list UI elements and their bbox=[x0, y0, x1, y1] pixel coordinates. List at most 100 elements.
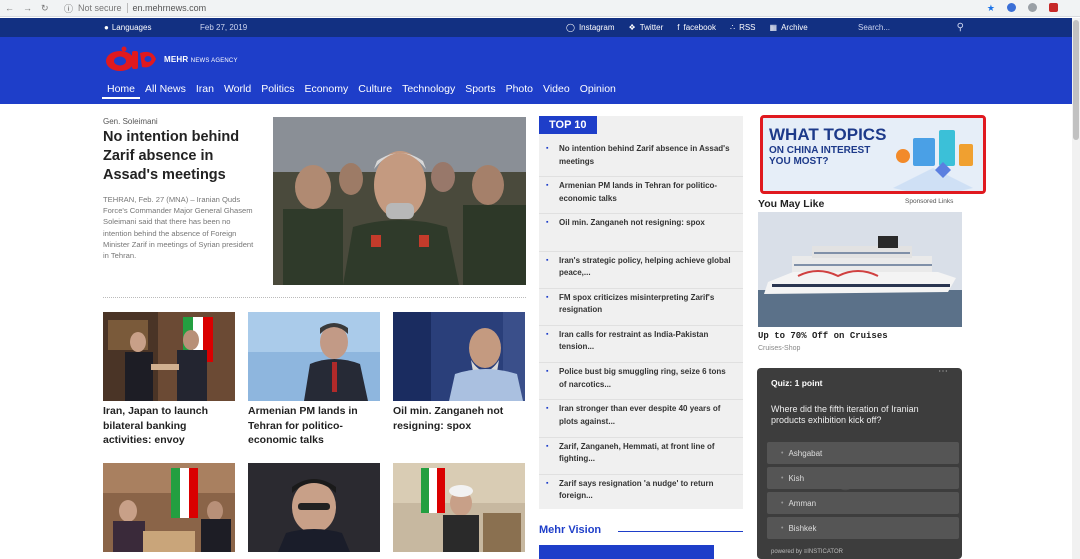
lead-photo[interactable] bbox=[273, 117, 526, 285]
quiz-question: Where did the fifth iteration of Iranian… bbox=[771, 404, 919, 425]
address-separator bbox=[126, 3, 128, 13]
top10-item[interactable]: Police bust big smuggling ring, seize 6 … bbox=[539, 363, 743, 401]
menu-technology[interactable]: Technology bbox=[397, 83, 460, 99]
top10-item[interactable]: No intention behind Zarif absence in Ass… bbox=[539, 140, 743, 178]
extension-icon-3[interactable] bbox=[1049, 2, 1058, 12]
instagram-icon: ◯ bbox=[566, 23, 575, 32]
sponsored-links[interactable]: Sponsored Links bbox=[905, 198, 953, 205]
languages-menu[interactable]: ● Languages bbox=[104, 23, 151, 32]
story-headline-2[interactable]: Armenian PM lands in Tehran for politico… bbox=[248, 404, 382, 448]
lead-kicker[interactable]: Gen. Soleimani bbox=[103, 117, 158, 126]
forward-icon[interactable]: → bbox=[23, 3, 32, 14]
top10-item[interactable]: Iran's strategic policy, helping achieve… bbox=[539, 252, 743, 289]
mehr-vision-strip[interactable] bbox=[539, 545, 714, 559]
mehr-vision-heading[interactable]: Mehr Vision bbox=[539, 524, 601, 536]
quiz-powered-by: powered by ≡INSTICATOR bbox=[771, 549, 843, 555]
twitter-icon: ❖ bbox=[628, 23, 636, 32]
ad-banner[interactable]: WHAT TOPICS ON CHINA INTEREST YOU MOST? bbox=[760, 115, 986, 194]
mehr-vision-rule bbox=[618, 531, 743, 532]
bookmark-star-icon[interactable]: ★ bbox=[987, 3, 995, 14]
menu-economy[interactable]: Economy bbox=[299, 83, 353, 99]
top10-item[interactable]: Zarif says resignation 'a nudge' to retu… bbox=[539, 475, 743, 512]
url-text[interactable]: en.mehrnews.com bbox=[133, 3, 207, 13]
story-headline-3[interactable]: Oil min. Zanganeh not resigning: spox bbox=[393, 404, 527, 433]
site-header: MEHR NEWS AGENCY Home All News Iran Worl… bbox=[0, 37, 1072, 104]
top10-list: No intention behind Zarif absence in Ass… bbox=[539, 140, 743, 512]
ad-subline: ON CHINA INTEREST YOU MOST? bbox=[769, 145, 871, 167]
story-photo-5-art bbox=[248, 463, 380, 552]
browser-nav: ← → ↻ bbox=[0, 3, 64, 14]
globe-icon: ● bbox=[104, 23, 109, 32]
rss-link[interactable]: ∴ RSS bbox=[730, 23, 756, 32]
menu-video[interactable]: Video bbox=[538, 83, 575, 99]
section-divider bbox=[103, 297, 526, 298]
menu-politics[interactable]: Politics bbox=[256, 83, 299, 99]
top10-item[interactable]: Iran calls for restraint as India-Pakist… bbox=[539, 326, 743, 364]
quiz-option-3[interactable]: Amman bbox=[767, 492, 959, 514]
story-photo-4[interactable] bbox=[103, 463, 235, 552]
story-headline-1[interactable]: Iran, Japan to launch bilateral banking … bbox=[103, 404, 237, 448]
lead-headline[interactable]: No intention behind Zarif absence in Ass… bbox=[103, 128, 263, 185]
top10-item[interactable]: Zarif, Zanganeh, Hemmati, at front line … bbox=[539, 438, 743, 475]
story-photo-6-art bbox=[393, 463, 525, 552]
instagram-link[interactable]: ◯ Instagram bbox=[566, 23, 615, 32]
you-may-like-heading: You May Like bbox=[758, 198, 825, 210]
page-scrollbar[interactable] bbox=[1072, 18, 1080, 559]
cruise-ship-art bbox=[758, 212, 962, 327]
twitter-link[interactable]: ❖ Twitter bbox=[629, 23, 664, 32]
back-icon[interactable]: ← bbox=[5, 3, 14, 14]
menu-iran[interactable]: Iran bbox=[191, 83, 219, 99]
story-photo-4-art bbox=[103, 463, 235, 552]
languages-label: Languages bbox=[111, 23, 152, 32]
browser-toolbar: ← → ↻ ⓘ Not secure en.mehrnews.com ★ bbox=[0, 0, 1080, 17]
menu-all-news[interactable]: All News bbox=[140, 83, 191, 99]
story-photo-1-art bbox=[103, 312, 235, 401]
quiz-option-2[interactable]: Kish bbox=[767, 467, 959, 489]
archive-link[interactable]: ▦ Archive bbox=[770, 23, 808, 32]
menu-world[interactable]: World bbox=[219, 83, 256, 99]
info-icon[interactable]: ⓘ bbox=[64, 2, 73, 15]
lead-summary: TEHRAN, Feb. 27 (MNA) – Iranian Quds For… bbox=[103, 195, 254, 261]
story-photo-5[interactable] bbox=[248, 463, 380, 552]
scrollbar-thumb[interactable] bbox=[1073, 20, 1079, 140]
cruise-promo-image[interactable] bbox=[758, 212, 962, 327]
cruise-promo-title[interactable]: Up to 70% Off on Cruises bbox=[758, 331, 888, 341]
address-bar[interactable]: ⓘ Not secure en.mehrnews.com bbox=[64, 2, 206, 15]
reload-icon[interactable]: ↻ bbox=[41, 3, 49, 14]
facebook-icon: f bbox=[677, 23, 680, 32]
extension-icon-2[interactable] bbox=[1028, 2, 1037, 12]
site-logo[interactable]: MEHR NEWS AGENCY bbox=[104, 45, 238, 73]
story-photo-2[interactable] bbox=[248, 312, 380, 401]
menu-culture[interactable]: Culture bbox=[353, 83, 397, 99]
story-photo-3[interactable] bbox=[393, 312, 525, 401]
story-photo-6[interactable] bbox=[393, 463, 525, 552]
brand-name: MEHR NEWS AGENCY bbox=[164, 54, 238, 64]
story-photo-2-art bbox=[248, 312, 380, 401]
facebook-link[interactable]: f facebook bbox=[677, 23, 716, 32]
menu-sports[interactable]: Sports bbox=[460, 83, 500, 99]
search-placeholder: Search... bbox=[858, 23, 891, 32]
site-topbar: ● Languages Feb 27, 2019 ◯ Instagram ❖ Twi… bbox=[0, 18, 1072, 37]
quiz-menu-icon[interactable]: ⋯ bbox=[938, 368, 948, 377]
story-photo-1[interactable] bbox=[103, 312, 235, 401]
top10-badge: TOP 10 bbox=[539, 116, 597, 134]
quiz-widget: CORN Quiz: 1 point ⋯ Where did the fifth… bbox=[757, 368, 962, 559]
security-label: Not secure bbox=[78, 3, 122, 13]
cruise-promo-source: Cruises-Shop bbox=[758, 345, 801, 352]
search-icon[interactable]: ⚲ bbox=[957, 22, 964, 33]
menu-photo[interactable]: Photo bbox=[501, 83, 538, 99]
rss-icon: ∴ bbox=[729, 23, 736, 32]
ad-headline: WHAT TOPICS bbox=[769, 125, 887, 144]
top10-item[interactable]: FM spox criticizes misinterpreting Zarif… bbox=[539, 289, 743, 326]
top10-item[interactable]: Iran stronger than ever despite 40 years… bbox=[539, 400, 743, 438]
extension-icon[interactable] bbox=[1007, 2, 1016, 12]
search-input[interactable]: Search... ⚲ bbox=[852, 20, 970, 35]
menu-home[interactable]: Home bbox=[102, 83, 141, 99]
browser-actions: ★ bbox=[987, 2, 1080, 14]
quiz-option-4[interactable]: Bishkek bbox=[767, 517, 959, 539]
menu-opinion[interactable]: Opinion bbox=[575, 83, 621, 99]
quiz-option-1[interactable]: Ashgabat bbox=[767, 442, 959, 464]
top10-item[interactable]: Armenian PM lands in Tehran for politico… bbox=[539, 177, 743, 215]
social-links: ◯ Instagram ❖ Twitter f facebook ∴ RSS ▦ Arch… bbox=[566, 23, 808, 32]
top10-item[interactable]: Oil min. Zanganeh not resigning: spox bbox=[539, 214, 743, 252]
